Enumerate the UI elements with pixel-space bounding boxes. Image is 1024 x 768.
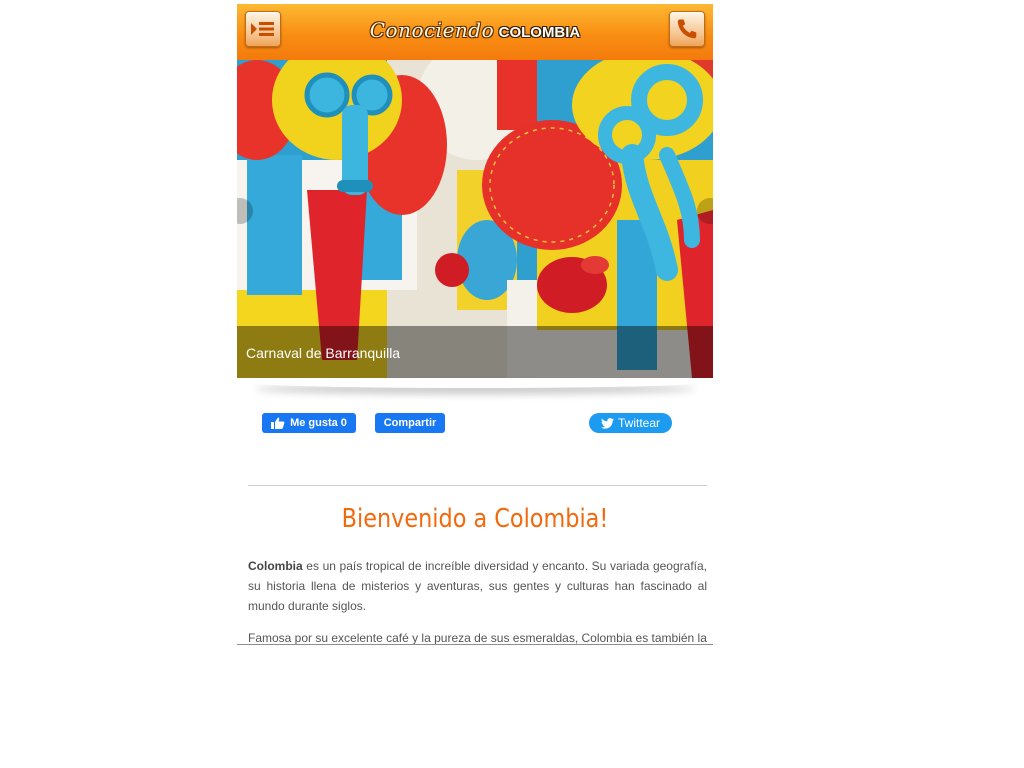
logo-script-text: Conociendo [369,18,495,42]
tweet-label: Twittear [617,416,660,430]
thumbs-up-icon [271,417,285,429]
second-paragraph: Famosa por su excelente café y la pureza… [248,628,707,645]
slider-caption-bar: Carnaval de Barranquilla [237,326,713,378]
intro-paragraph: Colombia es un país tropical de increíbl… [248,556,707,616]
facebook-like-button[interactable]: Me gusta 0 [262,413,356,433]
intro-text: es un país tropical de increíble diversi… [248,559,707,613]
mobile-page: Conociendo COLOMBIA Carnaval de Barranqu… [237,4,713,645]
like-label: Me gusta 0 [290,417,347,429]
phone-icon [677,19,697,39]
intro-bold-word: Colombia [248,559,303,573]
call-button[interactable] [669,11,705,47]
page-title: Bienvenido a Colombia! [341,504,609,534]
image-slider[interactable]: Carnaval de Barranquilla [237,60,713,378]
slider-caption: Carnaval de Barranquilla [246,345,401,361]
facebook-share-button[interactable]: Compartir [375,413,445,433]
header-bar: Conociendo COLOMBIA [237,4,713,60]
second-paragraph-text: Famosa por su excelente café y la pureza… [248,631,707,645]
share-label: Compartir [383,417,437,429]
slider-shadow [255,378,695,388]
content-divider [248,485,707,486]
logo-caps-text: COLOMBIA [498,24,581,41]
twitter-bird-icon [600,417,614,429]
twitter-tweet-button[interactable]: Twittear [589,413,672,433]
site-logo[interactable]: Conociendo COLOMBIA [237,18,713,42]
